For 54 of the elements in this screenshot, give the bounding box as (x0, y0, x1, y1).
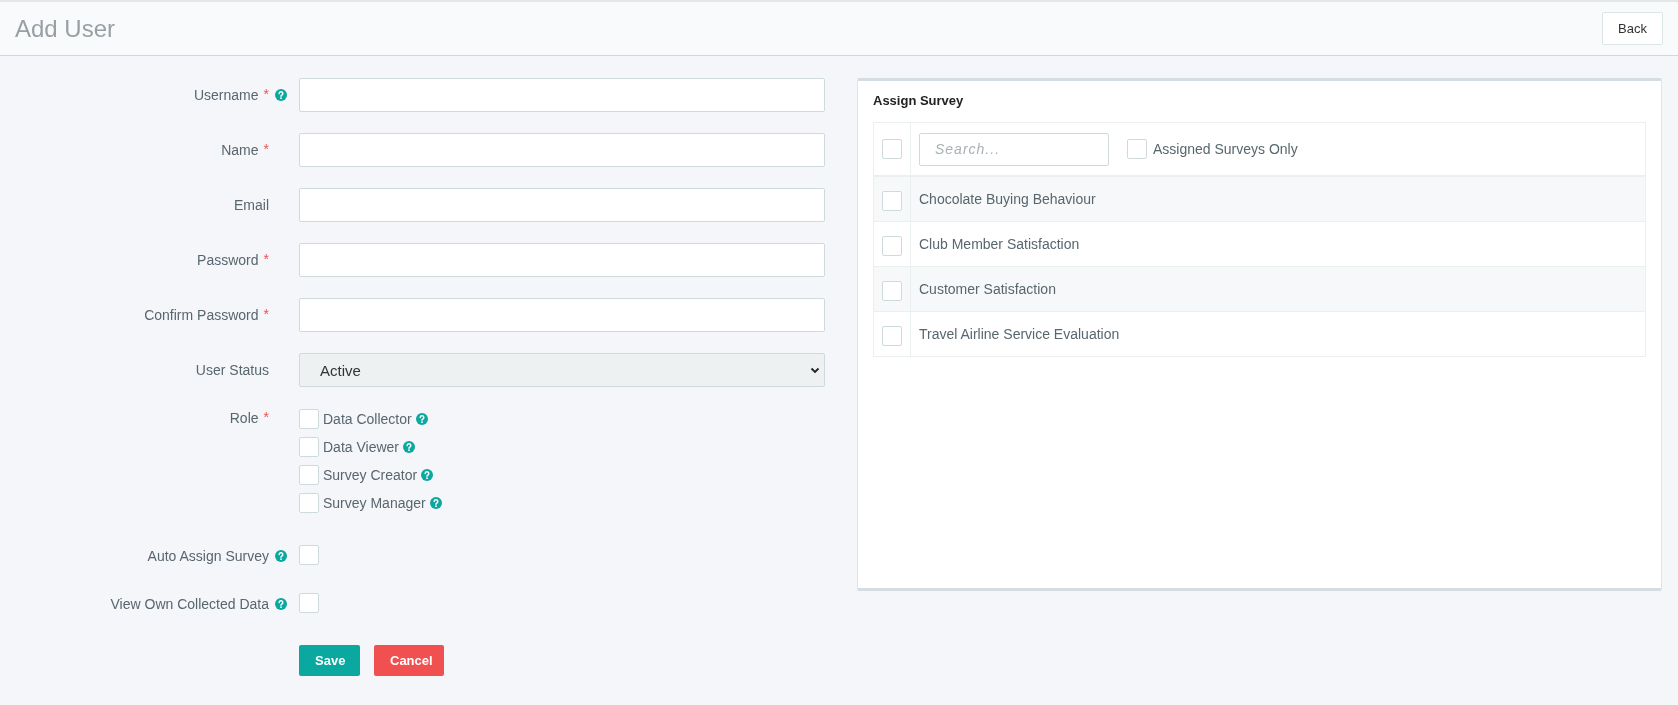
required-asterisk: * (263, 410, 269, 424)
checkbox[interactable] (1127, 139, 1147, 159)
text-field[interactable] (299, 78, 825, 112)
panel-title: Assign Survey (873, 93, 965, 108)
checkbox[interactable] (299, 408, 319, 429)
help-icon[interactable] (429, 496, 442, 509)
checkbox[interactable] (882, 191, 902, 211)
search-field[interactable]: Search... (919, 132, 1109, 166)
field-label: Confirm Password (144, 307, 259, 323)
checkbox[interactable] (299, 544, 319, 565)
required-asterisk: * (263, 252, 269, 266)
field-label: User Status (195, 362, 269, 378)
help-icon[interactable] (415, 412, 428, 425)
survey-name: Customer Satisfaction (919, 281, 1056, 297)
checkbox[interactable] (882, 139, 902, 159)
checkbox-label: Survey Creator (323, 466, 418, 483)
required-asterisk: * (263, 142, 269, 156)
cancel-button[interactable]: Cancel (374, 645, 444, 676)
help-icon[interactable] (275, 89, 287, 101)
status-dropdown[interactable]: Active (299, 353, 825, 387)
field-label: Email (234, 197, 269, 213)
field-label: View Own Collected Data (110, 596, 269, 612)
checkbox-label: Survey Manager (323, 494, 426, 511)
help-icon[interactable] (403, 440, 415, 453)
checkbox[interactable] (299, 436, 319, 457)
checkbox-label: Data Collector (323, 410, 412, 427)
page-title: Add User (15, 14, 116, 43)
text-field[interactable] (299, 133, 825, 167)
password-field[interactable] (299, 243, 825, 277)
field-label: Role (229, 410, 259, 426)
help-icon[interactable] (421, 468, 434, 481)
back-button[interactable]: Back (1602, 12, 1663, 45)
field-label: Password (197, 252, 259, 268)
checkbox[interactable] (882, 281, 902, 301)
password-field[interactable] (299, 298, 825, 332)
survey-name: Chocolate Buying Behaviour (919, 191, 1096, 207)
checkbox[interactable] (299, 464, 319, 485)
field-label: Name (221, 142, 259, 158)
required-asterisk: * (263, 307, 269, 321)
chevron-down-icon (810, 365, 820, 375)
checkbox[interactable] (299, 492, 319, 513)
field-label: Auto Assign Survey (147, 548, 269, 564)
survey-name: Travel Airline Service Evaluation (919, 326, 1120, 342)
checkbox[interactable] (882, 236, 902, 256)
checkbox-label: Assigned Surveys Only (1153, 141, 1298, 157)
help-icon[interactable] (275, 598, 287, 610)
survey-name: Club Member Satisfaction (919, 236, 1080, 252)
checkbox[interactable] (882, 326, 902, 346)
field-label: Username (193, 87, 259, 103)
checkbox-label: Data Viewer (323, 438, 399, 455)
required-asterisk: * (263, 87, 269, 101)
checkbox[interactable] (299, 592, 319, 613)
text-field[interactable] (299, 188, 825, 222)
help-icon[interactable] (275, 550, 287, 562)
